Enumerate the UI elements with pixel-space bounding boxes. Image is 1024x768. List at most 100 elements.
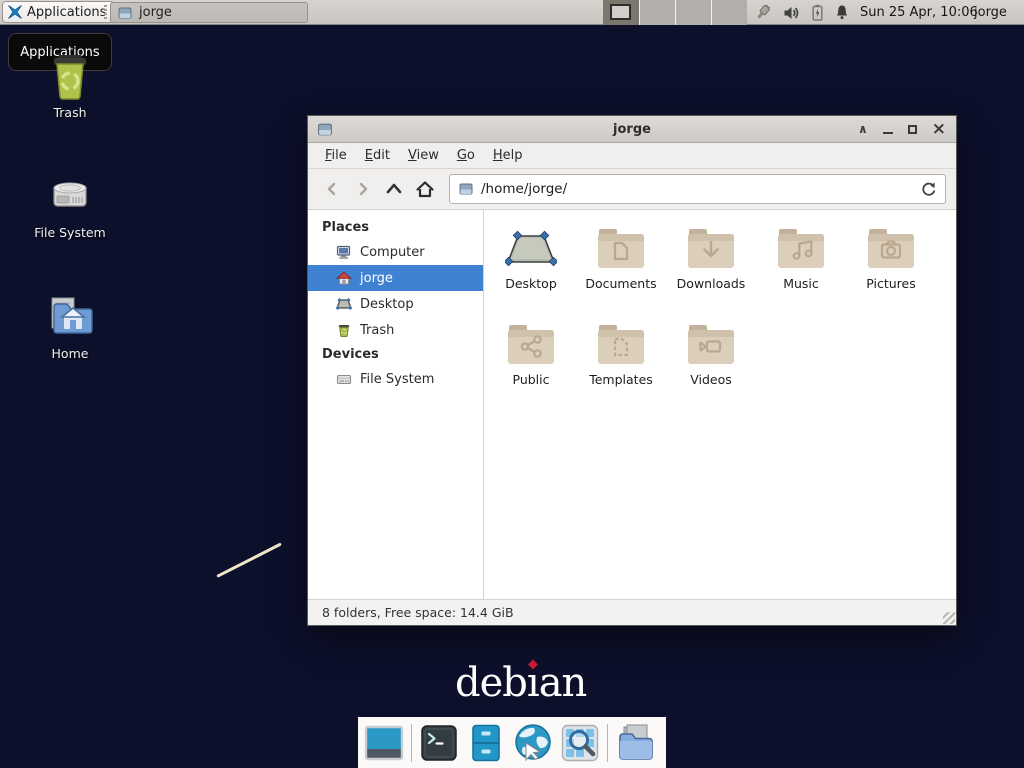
folder-item-desktop[interactable]: Desktop xyxy=(486,224,576,320)
wordmark-part: an xyxy=(539,660,587,706)
up-button[interactable] xyxy=(380,175,408,203)
desktop-icon xyxy=(336,296,352,312)
sidebar-devices-header: Devices xyxy=(308,343,483,366)
sidebar-item-file-system[interactable]: File System xyxy=(308,366,483,392)
folder-item-downloads[interactable]: Downloads xyxy=(666,224,756,320)
forward-button[interactable] xyxy=(349,175,377,203)
folder-view[interactable]: Desktop Documents xyxy=(484,210,956,599)
panel-clock[interactable]: Sun 25 Apr, 10:06 xyxy=(860,0,978,25)
folder-item-templates[interactable]: Templates xyxy=(576,320,666,416)
menu-view[interactable]: View xyxy=(399,145,448,166)
workspace-4[interactable] xyxy=(711,0,747,25)
window-controls: ∧ × xyxy=(858,122,948,136)
hard-drive-icon xyxy=(46,170,94,220)
desktop-icon-label: File System xyxy=(20,225,120,240)
desktop-icon-home[interactable]: Home xyxy=(20,291,120,361)
back-icon xyxy=(323,180,341,198)
sidebar-item-computer[interactable]: Computer xyxy=(308,239,483,265)
system-tray xyxy=(751,0,850,25)
location-path[interactable]: /home/jorge/ xyxy=(481,181,913,197)
folder-item-music[interactable]: Music xyxy=(756,224,846,320)
folder-label: Documents xyxy=(585,276,656,291)
notifications-bell-icon[interactable] xyxy=(834,4,850,21)
workspace-3[interactable] xyxy=(675,0,711,25)
dock xyxy=(358,717,666,768)
folder-item-public[interactable]: Public xyxy=(486,320,576,416)
toolbar: /home/jorge/ xyxy=(308,169,956,210)
sidebar-item-trash[interactable]: Trash xyxy=(308,317,483,343)
applications-menu-button[interactable]: Applications xyxy=(2,1,114,23)
show-desktop-icon[interactable] xyxy=(364,723,404,763)
panel-username[interactable]: jorge xyxy=(974,0,1007,25)
web-browser-globe-icon[interactable] xyxy=(513,723,553,763)
close-button[interactable]: × xyxy=(932,124,946,134)
music-folder-icon xyxy=(775,226,827,272)
sidebar-places-header: Places xyxy=(308,216,483,239)
desktop-icon-label: Trash xyxy=(20,105,120,120)
window-titlebar[interactable]: jorge ∧ × xyxy=(308,116,956,143)
up-icon xyxy=(384,180,404,198)
menu-edit[interactable]: Edit xyxy=(356,145,399,166)
folder-item-pictures[interactable]: Pictures xyxy=(846,224,936,320)
xfce-logo-icon xyxy=(7,4,23,20)
videos-folder-icon xyxy=(685,322,737,368)
desktop-icon-file-system[interactable]: File System xyxy=(20,170,120,240)
pictures-folder-icon xyxy=(865,226,917,272)
sidebar-item-label: Computer xyxy=(360,245,425,260)
workspace-1[interactable] xyxy=(603,0,639,25)
wallpaper-swirl-line xyxy=(216,542,282,577)
sidebar-item-jorge[interactable]: jorge xyxy=(308,265,483,291)
dock-separator xyxy=(411,724,412,762)
volume-icon[interactable] xyxy=(783,5,801,21)
resize-grip[interactable] xyxy=(943,612,955,624)
folder-label: Templates xyxy=(589,372,653,387)
application-finder-icon[interactable] xyxy=(560,723,600,763)
reload-icon[interactable] xyxy=(920,181,937,198)
workspace-window-preview xyxy=(610,4,631,20)
menu-file[interactable]: File xyxy=(316,145,356,166)
file-manager-window: jorge ∧ × File Edit View Go Help xyxy=(307,115,957,626)
sidebar-item-desktop[interactable]: Desktop xyxy=(308,291,483,317)
dock-separator xyxy=(607,724,608,762)
folder-icon[interactable] xyxy=(615,723,655,763)
wordmark-part: deb xyxy=(455,660,527,706)
location-bar[interactable]: /home/jorge/ xyxy=(449,174,946,204)
forward-icon xyxy=(354,180,372,198)
window-content: Places Computer xyxy=(308,210,956,599)
status-text: 8 folders, Free space: 14.4 GiB xyxy=(322,605,514,620)
desktop-icon-trash[interactable]: Trash xyxy=(20,50,120,120)
folder-label: Downloads xyxy=(677,276,746,291)
menu-go[interactable]: Go xyxy=(448,145,484,166)
statusbar: 8 folders, Free space: 14.4 GiB xyxy=(308,599,956,625)
folder-item-documents[interactable]: Documents xyxy=(576,224,666,320)
terminal-icon[interactable] xyxy=(419,723,459,763)
back-button[interactable] xyxy=(318,175,346,203)
minimize-button[interactable] xyxy=(883,124,893,134)
desktop-root: Applications jorge xyxy=(0,0,1024,768)
trash-icon xyxy=(46,50,94,100)
desktop-icon-label: Home xyxy=(20,346,120,361)
removable-device-icon[interactable] xyxy=(751,3,774,23)
home-button[interactable] xyxy=(411,175,439,203)
debian-wordmark: debıan xyxy=(455,660,586,706)
trash-icon xyxy=(336,322,352,338)
menu-help[interactable]: Help xyxy=(484,145,532,166)
shade-button[interactable]: ∧ xyxy=(858,122,868,136)
home-icon xyxy=(336,270,352,286)
top-panel: Applications jorge xyxy=(0,0,1024,25)
home-icon xyxy=(415,180,435,199)
maximize-button[interactable] xyxy=(908,125,917,134)
file-cabinet-icon[interactable] xyxy=(466,723,506,763)
templates-folder-icon xyxy=(595,322,647,368)
battery-icon[interactable] xyxy=(810,4,825,21)
window-title: jorge xyxy=(613,122,651,137)
panel-separator-grip[interactable] xyxy=(104,5,107,20)
folder-label: Videos xyxy=(690,372,732,387)
workspace-switcher[interactable] xyxy=(603,0,747,25)
location-folder-icon xyxy=(458,181,474,197)
window-folder-icon xyxy=(117,5,133,21)
workspace-2[interactable] xyxy=(639,0,675,25)
sidebar-item-label: Desktop xyxy=(360,297,414,312)
taskbar-window-button[interactable]: jorge xyxy=(110,2,308,23)
folder-item-videos[interactable]: Videos xyxy=(666,320,756,416)
